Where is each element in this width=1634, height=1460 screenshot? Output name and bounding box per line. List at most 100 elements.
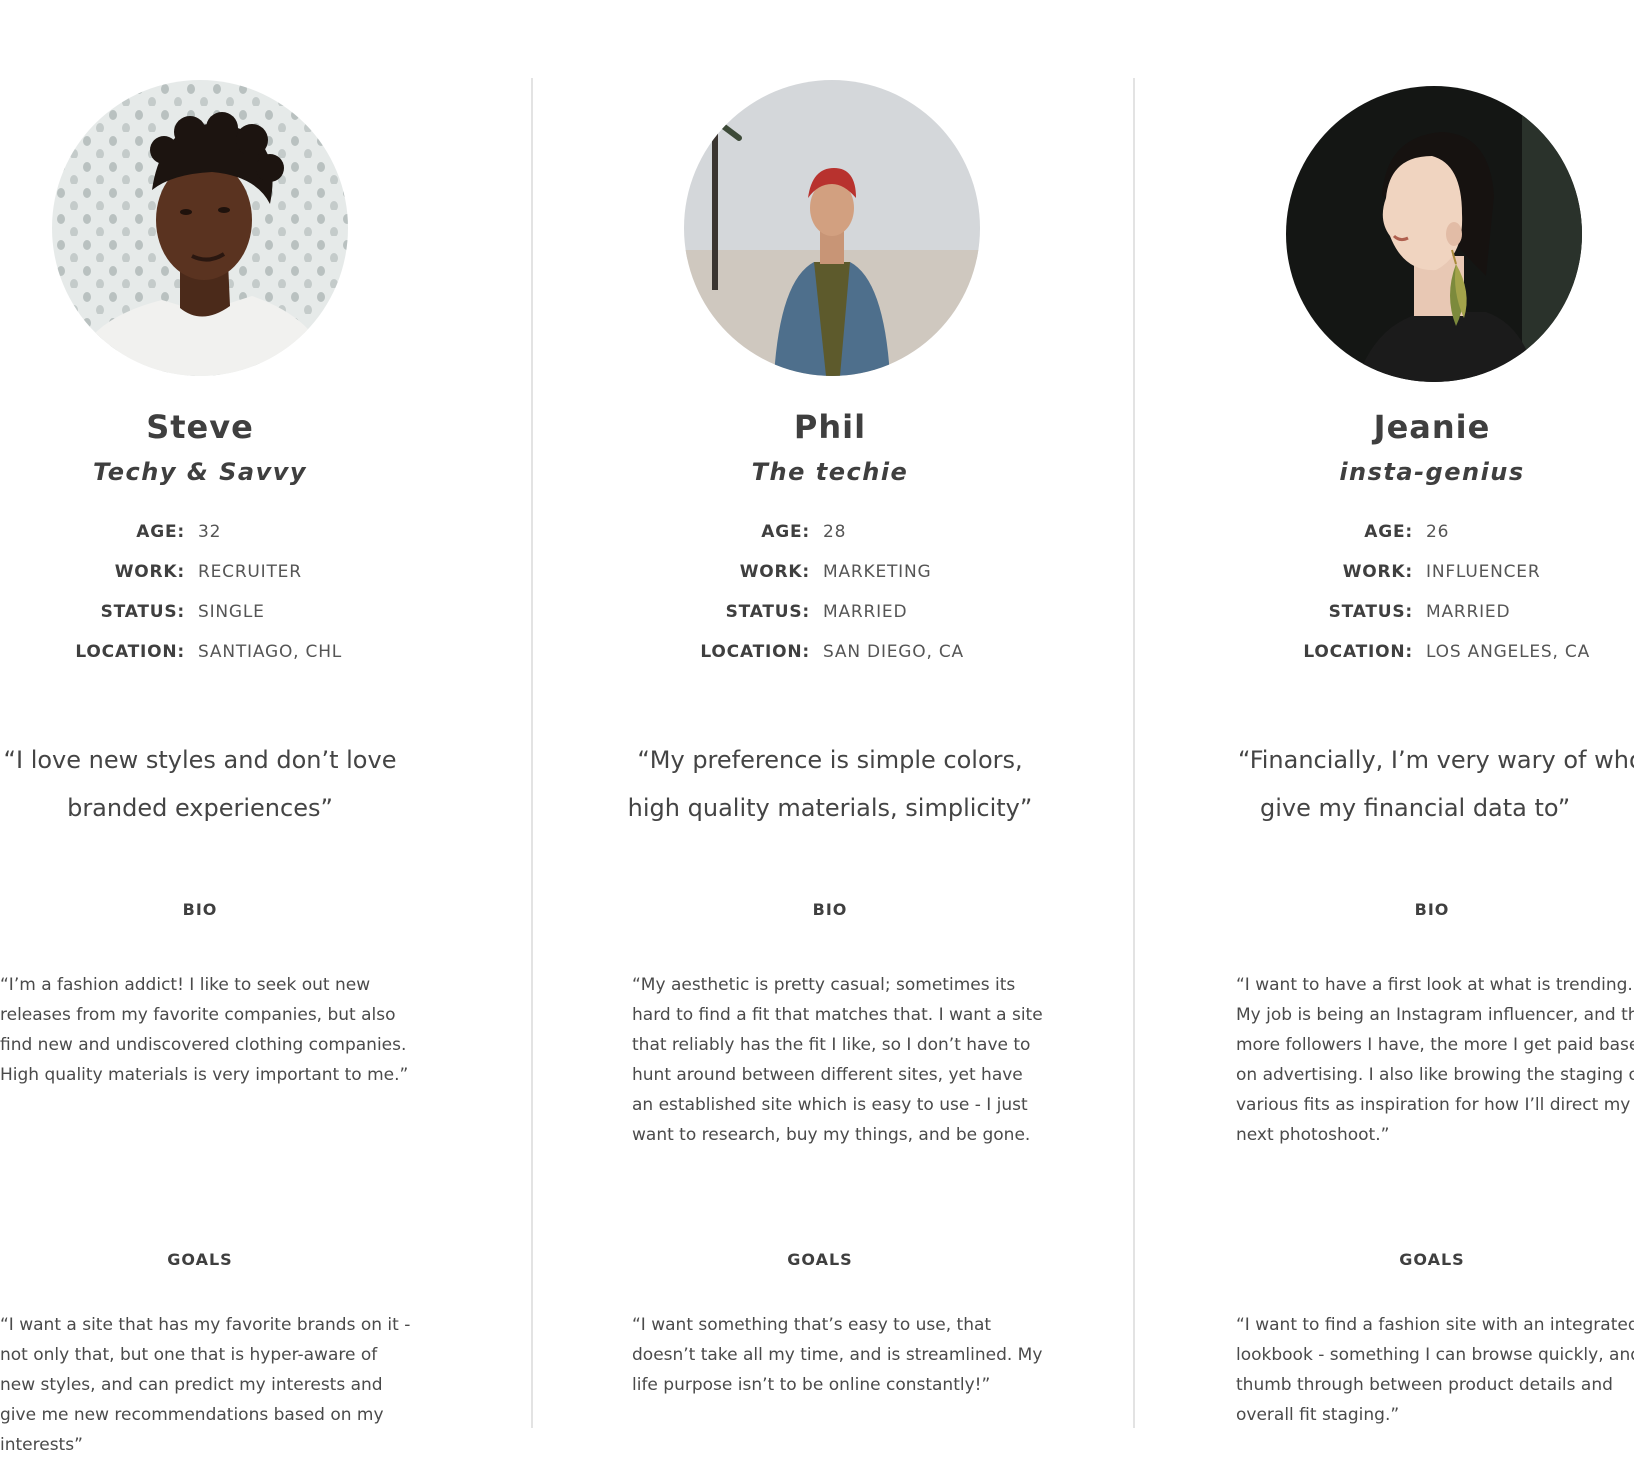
fact-label: LOCATION:	[700, 642, 810, 662]
bio-line: find new and undiscovered clothing compa…	[0, 1035, 407, 1055]
bio-line: hunt around between different sites, yet…	[632, 1065, 1023, 1085]
persona-name: Jeanie	[1373, 408, 1491, 446]
bio-line: My job is being an Instagram influencer,…	[1236, 1005, 1634, 1025]
column-divider	[531, 78, 533, 1428]
persona-card-steve: Steve Techy & Savvy AGE: 32 WORK: RECRUI…	[0, 0, 410, 1460]
quote-line: “Financially, I’m very wary of who I	[1238, 746, 1634, 774]
persona-name: Phil	[793, 408, 867, 446]
goals-line: new styles, and can predict my interests…	[0, 1375, 383, 1395]
fact-location: LOCATION: LOS ANGELES, CA	[1268, 642, 1591, 682]
goals-line: thumb through between product details an…	[1236, 1375, 1613, 1395]
fact-label: LOCATION:	[75, 642, 185, 662]
fact-label: AGE:	[1364, 522, 1413, 542]
goals-line: overall fit staging.”	[1236, 1405, 1400, 1425]
fact-value: INFLUENCER	[1426, 562, 1541, 582]
fact-label: WORK:	[1342, 562, 1413, 582]
fact-value: SANTIAGO, CHL	[198, 642, 343, 662]
fact-value: RECRUITER	[198, 562, 302, 582]
bio-heading: BIO	[182, 900, 218, 919]
persona-facts: AGE: 26 WORK: INFLUENCER STATUS: MARRIED…	[1268, 522, 1591, 682]
fact-value: LOS ANGELES, CA	[1426, 642, 1591, 662]
fact-value: SINGLE	[198, 602, 265, 622]
goals-heading: GOALS	[1399, 1250, 1465, 1269]
bio-line: “I’m a fashion addict! I like to seek ou…	[0, 975, 371, 995]
goals-line: “I want a site that has my favorite bran…	[0, 1315, 411, 1335]
bio-heading: BIO	[1414, 900, 1450, 919]
avatar	[52, 80, 348, 376]
fact-location: LOCATION: SAN DIEGO, CA	[665, 642, 985, 682]
fact-value: SAN DIEGO, CA	[823, 642, 964, 662]
fact-label: WORK:	[114, 562, 185, 582]
goals-heading: GOALS	[787, 1250, 853, 1269]
fact-label: LOCATION:	[1303, 642, 1413, 662]
persona-facts: AGE: 28 WORK: MARKETING STATUS: MARRIED …	[665, 522, 985, 682]
bio-line: want to research, buy my things, and be …	[632, 1125, 1031, 1145]
bio-line: releases from my favorite companies, but…	[0, 1005, 396, 1025]
bio-line: “My aesthetic is pretty casual; sometime…	[632, 975, 1016, 995]
fact-location: LOCATION: SANTIAGO, CHL	[40, 642, 360, 682]
fact-status: STATUS: SINGLE	[40, 602, 360, 642]
fact-label: WORK:	[739, 562, 810, 582]
bio-text: “My aesthetic is pretty casual; sometime…	[632, 970, 1043, 1150]
quote-line: give my financial data to”	[1260, 794, 1571, 822]
persona-quote: “Financially, I’m very wary of who I giv…	[1238, 736, 1634, 832]
bio-line: “I want to have a first look at what is …	[1236, 975, 1633, 995]
goals-line: lookbook - something I can browse quickl…	[1236, 1345, 1634, 1365]
portrait-photo	[52, 80, 348, 376]
fact-age: AGE: 32	[40, 522, 360, 562]
avatar	[1286, 86, 1582, 382]
bio-text: “I’m a fashion addict! I like to seek ou…	[0, 970, 408, 1090]
quote-line: branded experiences”	[67, 794, 333, 822]
fact-label: STATUS:	[100, 602, 185, 622]
fact-status: STATUS: MARRIED	[1268, 602, 1588, 642]
goals-line: interests”	[0, 1435, 83, 1455]
fact-value: MARRIED	[1426, 602, 1511, 622]
avatar	[684, 80, 980, 376]
bio-line: next photoshoot.”	[1236, 1125, 1390, 1145]
persona-facts: AGE: 32 WORK: RECRUITER STATUS: SINGLE L…	[40, 522, 360, 682]
persona-quote: “I love new styles and don’t love brande…	[0, 736, 400, 832]
fact-value: MARRIED	[823, 602, 908, 622]
column-divider	[1133, 78, 1135, 1428]
goals-text: “I want to find a fashion site with an i…	[1236, 1310, 1634, 1430]
quote-line: “My preference is simple colors,	[637, 746, 1023, 774]
goals-text: “I want a site that has my favorite bran…	[0, 1310, 410, 1460]
portrait-photo	[684, 80, 980, 376]
fact-work: WORK: RECRUITER	[40, 562, 360, 602]
persona-card-jeanie: Jeanie insta-genius AGE: 26 WORK: INFLUE…	[1230, 0, 1634, 1460]
fact-label: STATUS:	[725, 602, 810, 622]
persona-quote: “My preference is simple colors, high qu…	[620, 736, 1040, 832]
goals-line: not only that, but one that is hyper-awa…	[0, 1345, 378, 1365]
bio-line: more followers I have, the more I get pa…	[1236, 1035, 1634, 1055]
goals-line: “I want something that’s easy to use, th…	[632, 1315, 992, 1335]
bio-line: on advertising. I also like browing the …	[1236, 1065, 1634, 1085]
goals-line: give me new recommendations based on my	[0, 1405, 384, 1425]
bio-line: that reliably has the fit I like, so I d…	[632, 1035, 1031, 1055]
persona-name: Steve	[146, 408, 254, 446]
fact-value: MARKETING	[823, 562, 932, 582]
bio-line: High quality materials is very important…	[0, 1065, 409, 1085]
bio-text: “I want to have a first look at what is …	[1236, 970, 1634, 1150]
fact-label: AGE:	[761, 522, 810, 542]
fact-age: AGE: 28	[665, 522, 985, 562]
fact-value: 32	[198, 522, 222, 542]
goals-line: life purpose isn’t to be online constant…	[632, 1375, 991, 1395]
goals-text: “I want something that’s easy to use, th…	[632, 1310, 1042, 1400]
persona-tagline: insta-genius	[1339, 458, 1525, 486]
fact-work: WORK: MARKETING	[665, 562, 985, 602]
fact-value: 26	[1426, 522, 1450, 542]
fact-status: STATUS: MARRIED	[665, 602, 985, 642]
persona-tagline: The techie	[751, 458, 909, 486]
fact-label: AGE:	[136, 522, 185, 542]
bio-line: hard to find a fit that matches that. I …	[632, 1005, 1043, 1025]
persona-tagline: Techy & Savvy	[92, 458, 308, 486]
fact-age: AGE: 26	[1268, 522, 1588, 562]
bio-line: an established site which is easy to use…	[632, 1095, 1028, 1115]
goals-line: “I want to find a fashion site with an i…	[1236, 1315, 1634, 1335]
bio-heading: BIO	[812, 900, 848, 919]
goals-heading: GOALS	[167, 1250, 233, 1269]
quote-line: high quality materials, simplicity”	[627, 794, 1033, 822]
persona-page: { "personas": [ { "name": "Steve", "tagl…	[0, 0, 1634, 1460]
fact-value: 28	[823, 522, 847, 542]
persona-card-phil: Phil The techie AGE: 28 WORK: MARKETING …	[620, 0, 1043, 1460]
